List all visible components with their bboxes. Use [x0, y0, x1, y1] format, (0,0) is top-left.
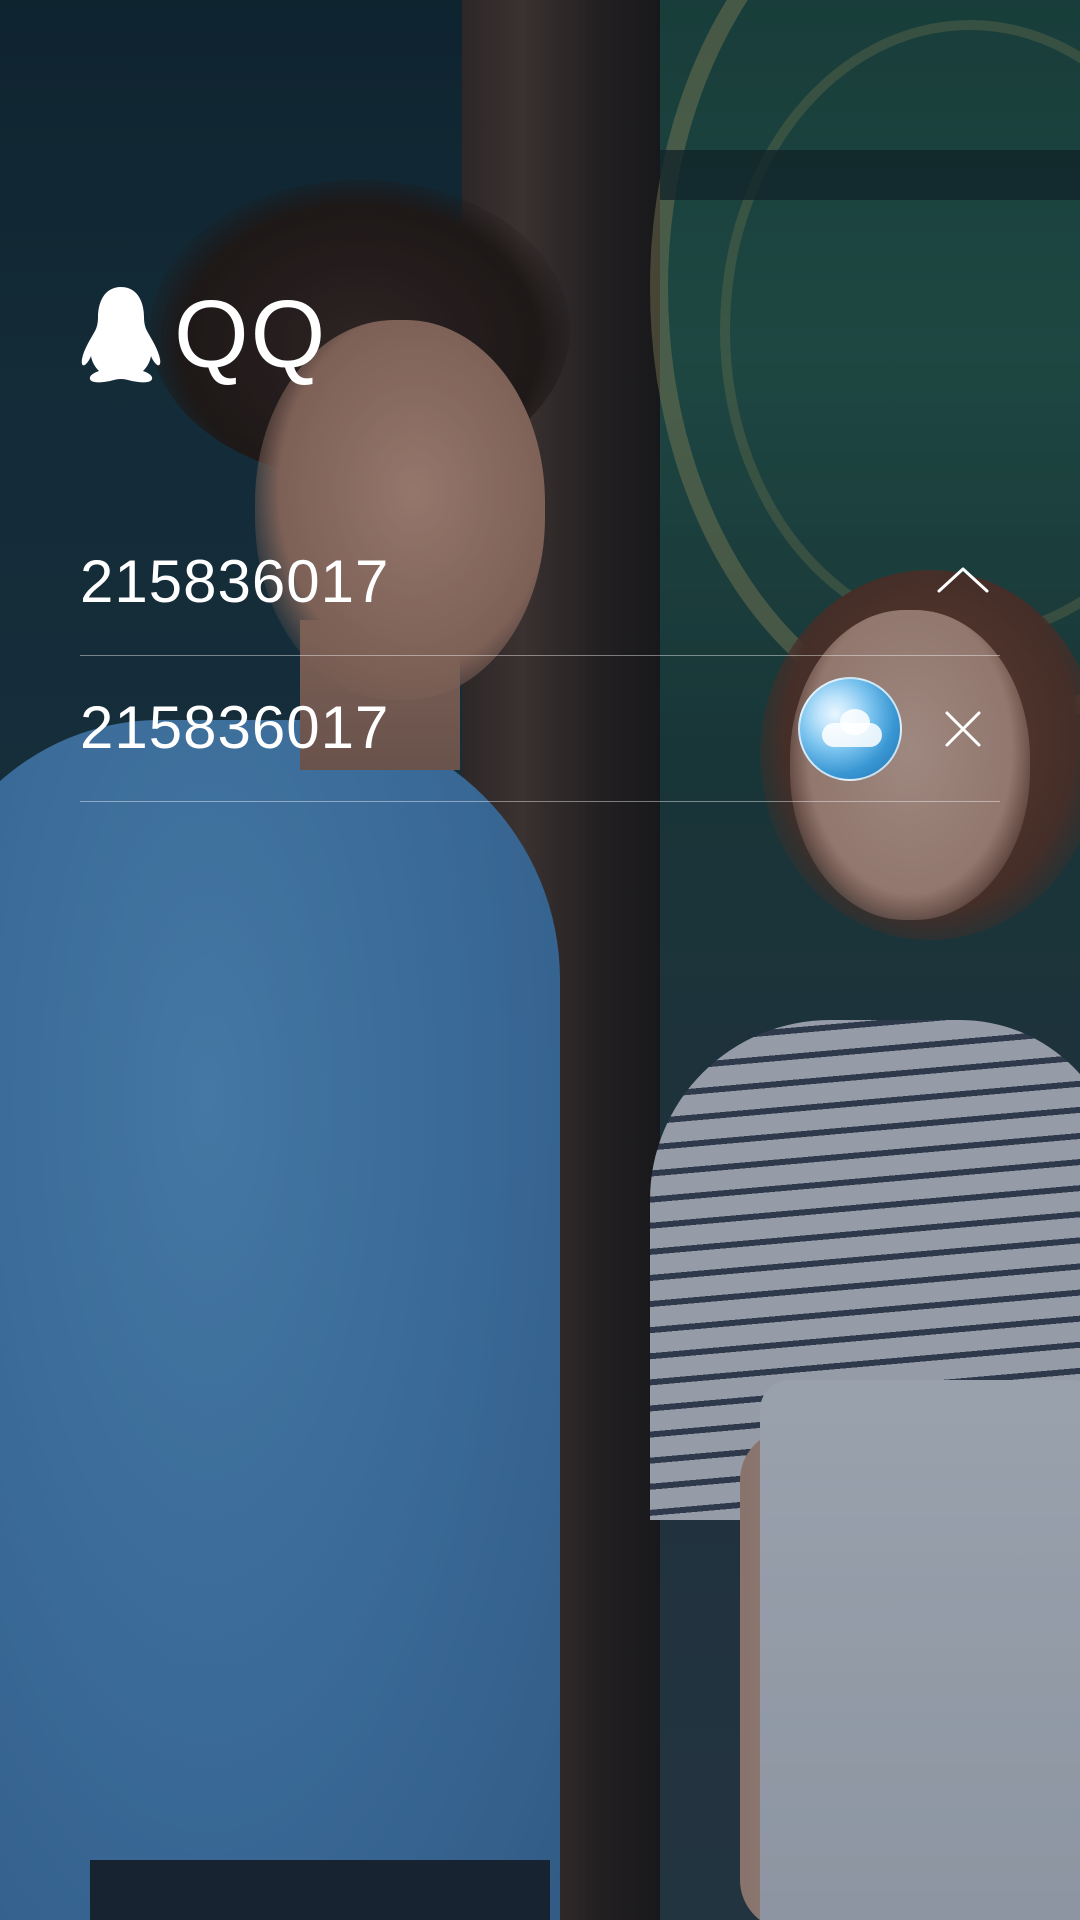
- account-input-value[interactable]: 215836017: [80, 549, 389, 615]
- account-field[interactable]: 215836017: [80, 509, 1000, 656]
- login-screen: QQ 215836017 215836017: [0, 0, 1080, 1920]
- account-dropdown-item[interactable]: 215836017: [80, 655, 1000, 802]
- close-icon[interactable]: [939, 705, 987, 753]
- penguin-icon: [81, 287, 161, 383]
- dropdown-account-number[interactable]: 215836017: [80, 695, 389, 761]
- app-logo: QQ: [80, 285, 327, 385]
- app-name: QQ: [174, 281, 328, 388]
- account-avatar[interactable]: [798, 677, 902, 781]
- chevron-up-icon[interactable]: [935, 563, 991, 595]
